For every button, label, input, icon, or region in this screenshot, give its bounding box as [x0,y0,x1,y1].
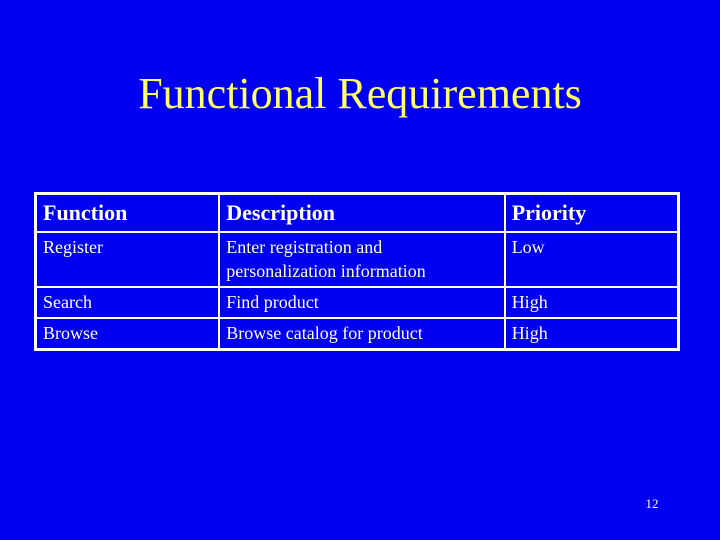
cell-description: Enter registration and personalization i… [218,231,506,288]
cell-priority: High [503,286,680,319]
table-row: Search Find product High [34,286,680,319]
cell-description: Find product [218,286,506,319]
table-row: Browse Browse catalog for product High [34,317,680,351]
header-priority: Priority [503,192,680,233]
cell-function: Browse [34,317,221,351]
cell-description: Browse catalog for product [218,317,506,351]
page-number: 12 [645,496,659,511]
cell-function: Search [34,286,221,319]
table-header-row: Function Description Priority [34,192,680,233]
requirements-table: Function Description Priority Register E… [34,192,680,351]
header-description: Description [218,192,506,233]
cell-priority: Low [503,231,680,288]
description-text: Enter registration and personalization i… [226,237,426,281]
cell-function: Register [34,231,221,288]
slide-title: Functional Requirements [138,69,582,118]
header-function: Function [34,192,221,233]
table-row: Register Enter registration and personal… [34,231,680,288]
cell-priority: High [503,317,680,351]
